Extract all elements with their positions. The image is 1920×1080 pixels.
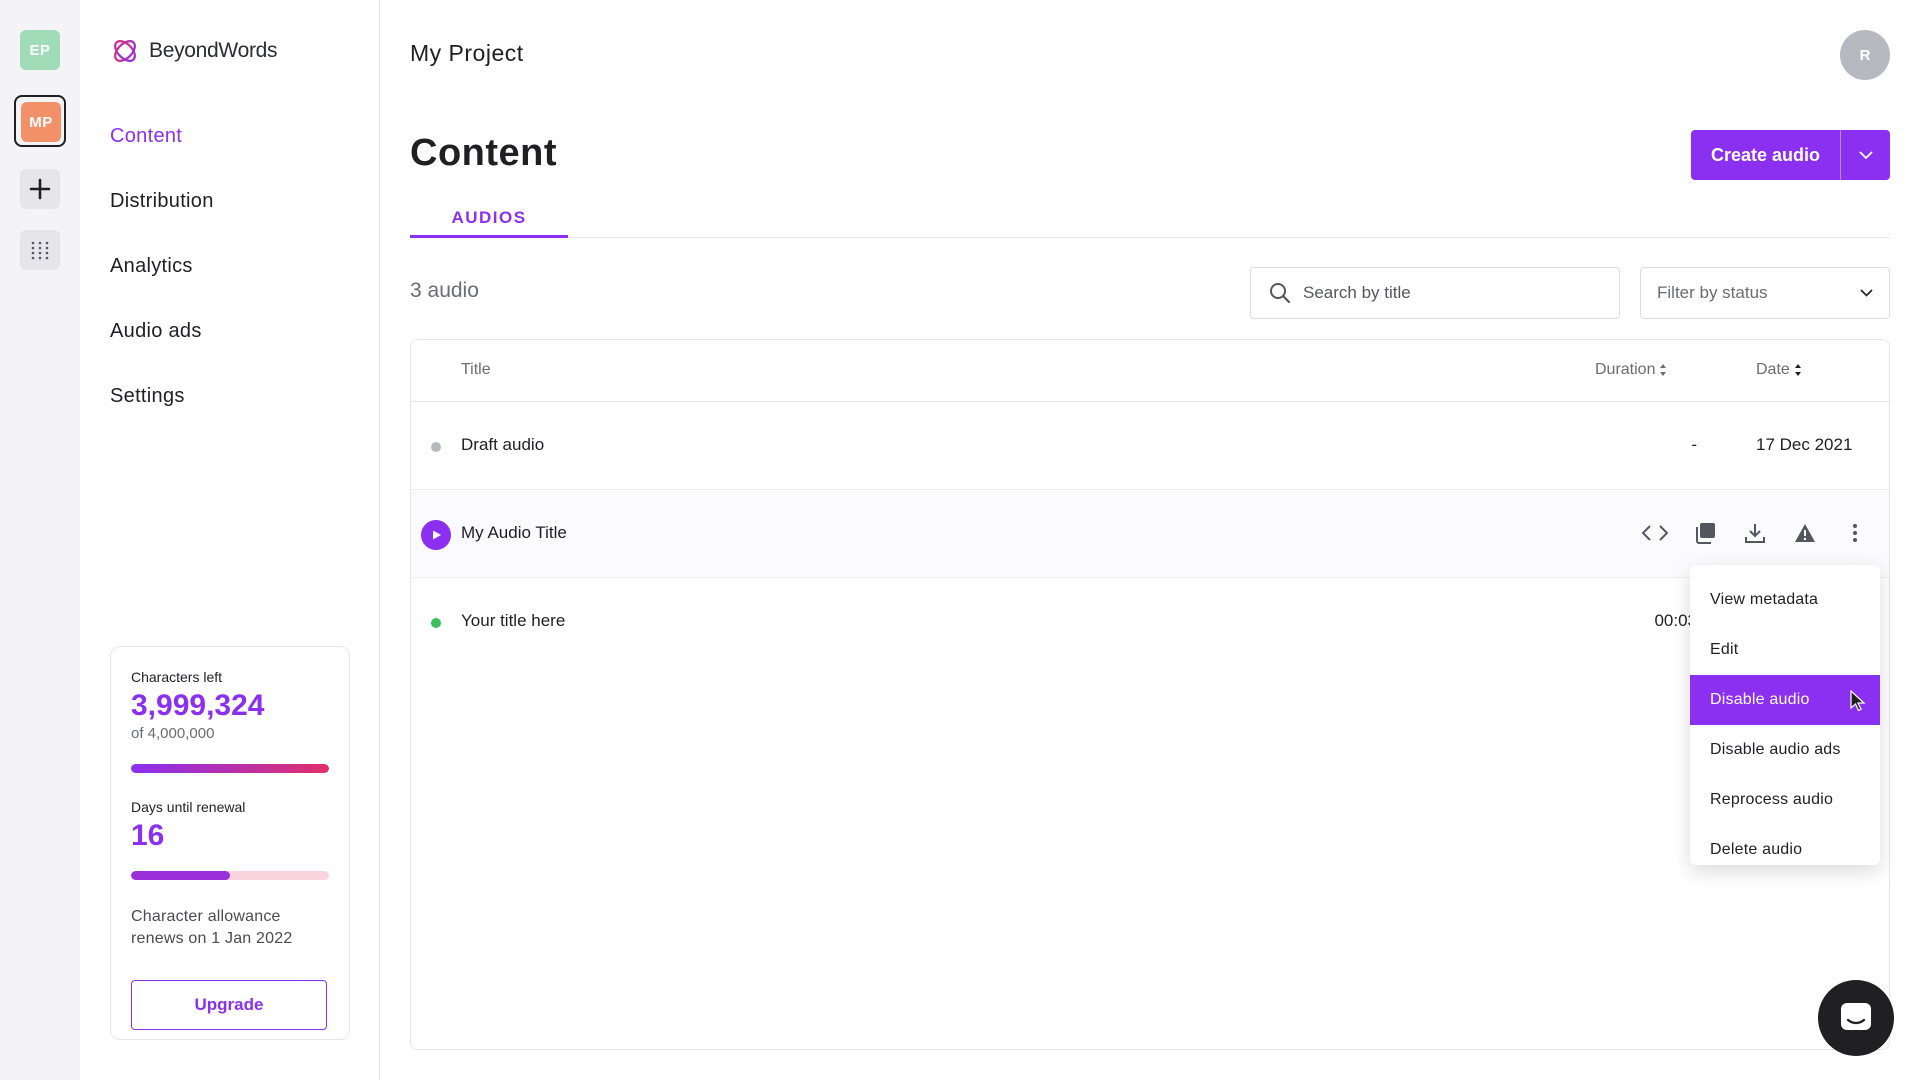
table-header: Title Duration Date xyxy=(411,340,1889,402)
audio-table: Title Duration Date Draft audio - 17 Dec… xyxy=(410,339,1890,1050)
menu-item-reprocess-audio[interactable]: Reprocess audio xyxy=(1690,775,1880,825)
plus-icon xyxy=(29,178,51,200)
characters-left-label: Characters left xyxy=(131,669,223,685)
content-tabs: AUDIOS xyxy=(410,204,1890,238)
menu-item-edit[interactable]: Edit xyxy=(1690,625,1880,675)
sort-icon xyxy=(1794,364,1801,376)
characters-total: of 4,000,000 xyxy=(131,725,215,742)
project-avatar-ep[interactable]: EP xyxy=(20,30,60,70)
status-filter-placeholder: Filter by status xyxy=(1657,283,1768,302)
sidebar: BeyondWords Content Distribution Analyti… xyxy=(80,0,380,1080)
renewal-progress-bar xyxy=(131,871,329,880)
row-title: My Audio Title xyxy=(461,523,567,542)
brand-logo[interactable]: BeyondWords xyxy=(110,36,278,66)
add-project-button[interactable] xyxy=(20,169,60,209)
renewal-progress-fill xyxy=(131,871,230,880)
row-context-menu: View metadata Edit Disable audio Disable… xyxy=(1690,565,1880,865)
nav-item-analytics[interactable]: Analytics xyxy=(110,250,214,315)
copy-icon xyxy=(1696,523,1715,544)
more-options-button[interactable] xyxy=(1841,519,1869,547)
table-row[interactable]: Your title here 00:03 xyxy=(411,579,1889,666)
column-title: Title xyxy=(461,361,491,378)
chat-icon xyxy=(1841,1003,1871,1030)
mouse-cursor-icon xyxy=(1850,690,1866,712)
menu-item-view-metadata[interactable]: View metadata xyxy=(1690,575,1880,625)
chat-support-button[interactable] xyxy=(1818,980,1894,1056)
more-vertical-icon xyxy=(1853,524,1857,542)
play-button[interactable] xyxy=(421,520,451,550)
play-icon xyxy=(433,530,441,540)
upgrade-button[interactable]: Upgrade xyxy=(131,980,327,1030)
column-duration-label: Duration xyxy=(1595,361,1656,378)
status-filter-select[interactable]: Filter by status xyxy=(1640,267,1890,319)
embed-code-button[interactable] xyxy=(1641,519,1669,547)
row-duration: 00:03 xyxy=(1654,611,1697,630)
column-duration[interactable]: Duration xyxy=(1595,361,1667,379)
create-audio-options-button[interactable] xyxy=(1840,130,1890,180)
chevron-down-icon xyxy=(1860,289,1873,297)
table-row[interactable]: My Audio Title xyxy=(411,491,1889,578)
characters-left-value: 3,999,324 xyxy=(131,689,265,722)
audio-count: 3 audio xyxy=(410,279,479,302)
apps-grid-button[interactable] xyxy=(20,230,60,270)
row-duration: - xyxy=(1691,435,1697,454)
characters-progress-bar xyxy=(131,764,329,773)
sort-icon xyxy=(1660,364,1667,376)
row-date: 17 Dec 2021 xyxy=(1756,435,1853,454)
download-icon xyxy=(1745,524,1765,543)
status-dot-processed xyxy=(431,618,441,628)
row-title: Your title here xyxy=(461,611,566,630)
renewal-note: Character allowance renews on 1 Jan 2022 xyxy=(131,908,293,947)
chevron-down-icon xyxy=(1858,150,1873,159)
project-selected-ring: MP xyxy=(14,95,66,147)
project-title: My Project xyxy=(410,40,524,66)
user-avatar[interactable]: R xyxy=(1840,30,1890,80)
search-input[interactable] xyxy=(1303,283,1593,303)
search-icon xyxy=(1270,283,1291,304)
embed-code-icon xyxy=(1642,525,1668,541)
download-button[interactable] xyxy=(1741,519,1769,547)
brand-name: BeyondWords xyxy=(149,39,278,62)
nav-item-audio-ads[interactable]: Audio ads xyxy=(110,315,214,380)
days-until-renewal-label: Days until renewal xyxy=(131,799,246,815)
report-issue-button[interactable] xyxy=(1791,519,1819,547)
column-date-label: Date xyxy=(1756,361,1790,378)
search-box xyxy=(1250,267,1620,319)
column-date[interactable]: Date xyxy=(1756,361,1802,379)
characters-progress-fill xyxy=(131,764,329,773)
apps-grid-icon xyxy=(31,241,49,260)
page-title: Content xyxy=(410,132,558,174)
days-until-renewal-value: 16 xyxy=(131,819,165,852)
warning-icon xyxy=(1795,524,1815,542)
main-content: My Project R Content Create audio AUDIOS… xyxy=(410,0,1890,1080)
row-actions xyxy=(1641,519,1869,547)
nav-item-distribution[interactable]: Distribution xyxy=(110,185,214,250)
project-rail: EP MP xyxy=(0,0,80,1080)
create-audio-split-button: Create audio xyxy=(1690,130,1890,180)
usage-card: Characters left 3,999,324 of 4,000,000 D… xyxy=(110,646,350,1040)
nav-item-content[interactable]: Content xyxy=(110,120,214,185)
table-row[interactable]: Draft audio - 17 Dec 2021 xyxy=(411,403,1889,490)
row-title: Draft audio xyxy=(461,435,545,454)
project-avatar-mp[interactable]: MP xyxy=(21,102,61,142)
tab-audios[interactable]: AUDIOS xyxy=(410,204,568,238)
status-dot-draft xyxy=(431,442,441,452)
create-audio-button[interactable]: Create audio xyxy=(1691,130,1840,180)
menu-item-disable-audio-ads[interactable]: Disable audio ads xyxy=(1690,725,1880,775)
menu-item-delete-audio[interactable]: Delete audio xyxy=(1690,825,1880,875)
main-nav: Content Distribution Analytics Audio ads… xyxy=(110,120,214,445)
beyondwords-logo-icon xyxy=(114,40,136,62)
copy-button[interactable] xyxy=(1691,519,1719,547)
nav-item-settings[interactable]: Settings xyxy=(110,380,214,445)
